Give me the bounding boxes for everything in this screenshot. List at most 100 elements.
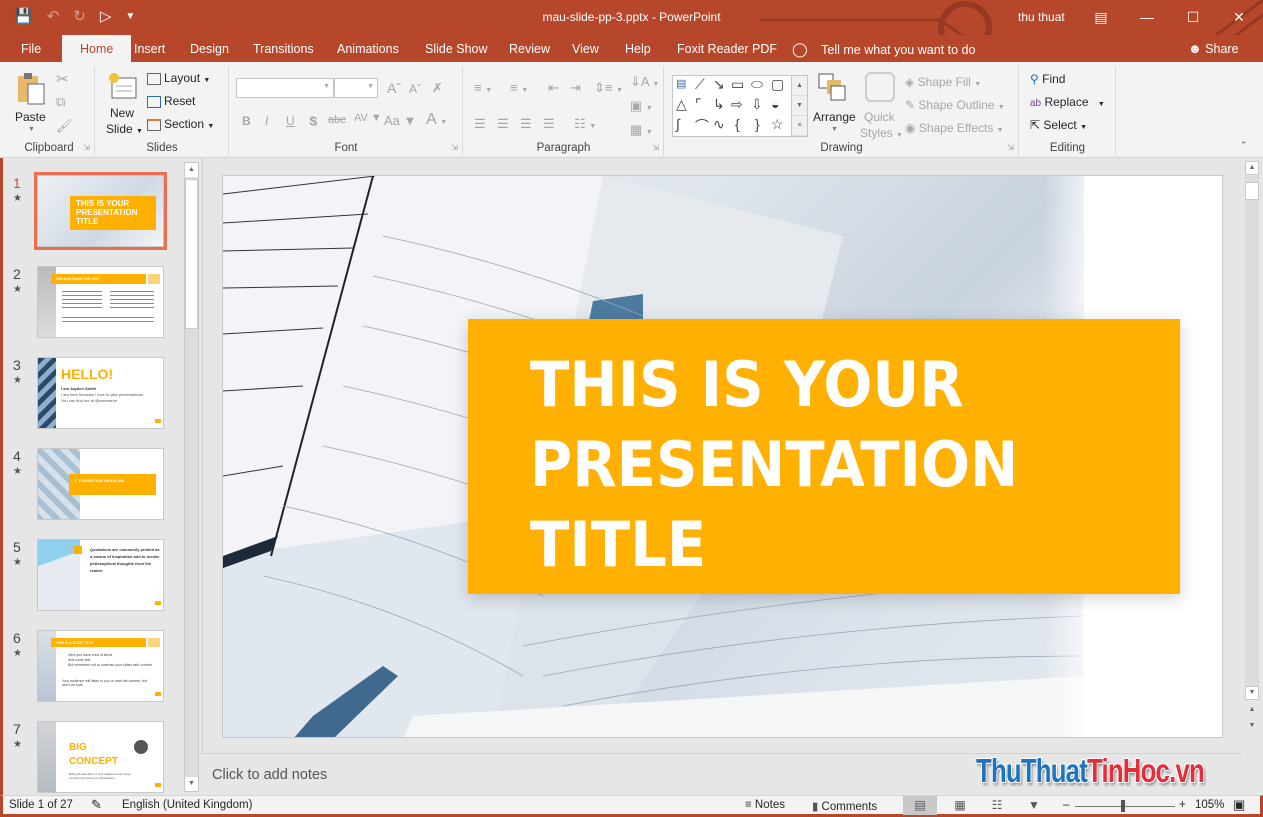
elbow-arrow-shape-icon[interactable]: ↳	[713, 96, 725, 113]
zoom-out-icon[interactable]: –	[1063, 799, 1069, 811]
scroll-down-icon[interactable]: ▼	[1245, 686, 1259, 700]
quick-styles-icon[interactable]	[865, 72, 895, 102]
slide-thumbnail-1[interactable]: 1 ★ THIS IS YOUR PRESENTATION TITLE	[3, 172, 183, 255]
maximize-icon[interactable]: ☐	[1170, 4, 1216, 30]
editor-scrollbar[interactable]: ▲ ▼ ▲ ▼	[1244, 158, 1260, 795]
decrease-font-size-icon[interactable]: Aˇ	[409, 82, 421, 96]
clipboard-launcher-icon[interactable]: ⇲	[83, 143, 90, 152]
gallery-more-icon[interactable]: ≡	[792, 116, 807, 136]
shape-fill-button[interactable]: ◈ Shape Fill ▼	[905, 75, 981, 89]
drawing-launcher-icon[interactable]: ⇲	[1007, 143, 1014, 152]
tell-me-search[interactable]: ◯ Tell me what you want to do	[792, 35, 975, 62]
right-arrow-shape-icon[interactable]: ⇨	[731, 96, 743, 113]
scroll-up-icon[interactable]: ▲	[1245, 161, 1259, 175]
align-right-icon[interactable]: ☰	[520, 116, 532, 132]
notes-toggle-button[interactable]: ≡ Notes	[745, 799, 785, 811]
slide-title[interactable]: THIS IS YOUR PRESENTATION TITLE	[530, 345, 1018, 585]
scroll-track[interactable]	[1245, 176, 1259, 690]
find-button[interactable]: ⚲ Find	[1030, 72, 1065, 86]
scribble-shape-icon[interactable]: ∫	[676, 116, 680, 132]
font-name-combo[interactable]: ▼	[236, 78, 334, 98]
font-color-icon[interactable]: A ▼	[426, 111, 447, 129]
format-painter-icon[interactable]: 🖌	[56, 118, 73, 134]
slide-sorter-view-icon[interactable]: ▦	[943, 796, 977, 815]
text-direction-icon[interactable]: ⇓A ▼	[630, 74, 659, 90]
line-shape-icon[interactable]: ⟋	[695, 76, 705, 93]
user-account[interactable]: thu thuat	[1018, 10, 1065, 24]
share-button[interactable]: ☻ Share	[1188, 35, 1239, 62]
arrow-line-shape-icon[interactable]: ↘	[713, 76, 725, 93]
freeform-shape-icon[interactable]: ◒	[771, 96, 779, 112]
right-brace-shape-icon[interactable]: }	[755, 116, 760, 132]
tab-slide-show[interactable]: Slide Show	[415, 35, 498, 62]
shape-outline-button[interactable]: ✎ Shape Outline ▼	[905, 98, 1005, 112]
zoom-level[interactable]: 105%	[1195, 799, 1224, 811]
zoom-in-icon[interactable]: +	[1179, 799, 1186, 811]
new-slide-label-1[interactable]: New	[110, 106, 134, 120]
clear-formatting-icon[interactable]: ✗	[432, 80, 443, 96]
change-case-icon[interactable]: Aa ▼	[384, 113, 416, 128]
normal-view-icon[interactable]: ▤	[903, 796, 937, 815]
thumbnail-scrollbar[interactable]: ▲ ▼	[184, 162, 199, 792]
align-text-icon[interactable]: ▣ ▼	[630, 98, 653, 114]
collapse-ribbon-icon[interactable]: ⌃	[1240, 140, 1248, 151]
down-arrow-shape-icon[interactable]: ⇩	[751, 96, 763, 113]
underline-icon[interactable]: U	[286, 114, 295, 128]
slide-thumbnail-2[interactable]: 2 ★ INSTRUCTIONS FOR USE	[3, 266, 183, 346]
tab-help[interactable]: Help	[615, 35, 661, 62]
zoom-slider-thumb[interactable]	[1121, 800, 1125, 812]
reading-view-icon[interactable]: ☷	[980, 796, 1014, 815]
copy-icon[interactable]: ⧉	[56, 94, 65, 110]
replace-button[interactable]: ab Replace ▼	[1030, 95, 1105, 109]
new-slide-label-2[interactable]: Slide ▼	[106, 122, 143, 136]
line-spacing-icon[interactable]: ⇕≡ ▼	[594, 80, 623, 96]
slide-thumbnail-4[interactable]: 4 ★ 1. TRANSITION HEADLINE	[3, 448, 183, 528]
gallery-up-icon[interactable]: ▲	[792, 76, 807, 96]
numbering-icon[interactable]: ≡ ▼	[510, 80, 528, 95]
font-size-combo[interactable]: ▼	[334, 78, 378, 98]
slide-thumbnail-7[interactable]: 7 ★ BIG CONCEPT Bring the attention of y…	[3, 721, 183, 801]
thumbnail-scroll-thumb[interactable]	[185, 179, 198, 329]
justify-icon[interactable]: ☰	[543, 116, 555, 132]
slide-thumbnail-3[interactable]: 3 ★ HELLO! I am Jayden Smith I am here b…	[3, 357, 183, 437]
bullets-icon[interactable]: ≡ ▼	[474, 80, 492, 95]
select-button[interactable]: ⇱ Select ▼	[1030, 118, 1087, 132]
fit-slide-icon[interactable]: ▣	[1233, 797, 1245, 813]
tab-view[interactable]: View	[562, 35, 609, 62]
gallery-down-icon[interactable]: ▼	[792, 96, 807, 116]
rounded-rectangle-shape-icon[interactable]: ▢	[771, 76, 784, 93]
tab-animations[interactable]: Animations	[327, 35, 409, 62]
slide-show-view-icon[interactable]: ▼	[1017, 796, 1051, 815]
quick-styles-label-1[interactable]: Quick	[864, 110, 895, 124]
bold-icon[interactable]: B	[242, 114, 251, 128]
character-spacing-icon[interactable]: AV ▼	[354, 112, 382, 124]
arrange-label[interactable]: Arrange	[813, 110, 856, 124]
paste-dropdown-icon[interactable]: ▼	[28, 126, 35, 133]
increase-font-size-icon[interactable]: Aˆ	[387, 80, 401, 96]
tab-foxit-reader-pdf[interactable]: Foxit Reader PDF	[667, 35, 787, 62]
decrease-indent-icon[interactable]: ⇤	[548, 80, 559, 96]
convert-to-smartart-icon[interactable]: ▦ ▼	[630, 122, 653, 138]
tab-review[interactable]: Review	[499, 35, 560, 62]
font-launcher-icon[interactable]: ⇲	[451, 143, 458, 152]
triangle-shape-icon[interactable]: △	[676, 96, 687, 113]
current-slide[interactable]: THIS IS YOUR PRESENTATION TITLE	[222, 175, 1223, 738]
paste-label[interactable]: Paste	[15, 110, 46, 124]
spell-check-icon[interactable]: ✎	[91, 797, 102, 813]
tab-design[interactable]: Design	[180, 35, 239, 62]
shapes-gallery[interactable]: ▤ ⟋ ↘ ▭ ⬭ ▢ △ ⌜ ↳ ⇨ ⇩ ◒ ∫ ⌒ ∿ { } ☆ ▲ ▼ …	[672, 75, 808, 137]
tab-transitions[interactable]: Transitions	[243, 35, 324, 62]
oval-shape-icon[interactable]: ⬭	[751, 76, 763, 93]
close-icon[interactable]: ✕	[1216, 4, 1262, 30]
zoom-slider-track[interactable]	[1075, 806, 1175, 807]
text-box-shape-icon[interactable]: ▤	[676, 77, 686, 90]
elbow-connector-shape-icon[interactable]: ⌜	[695, 96, 702, 113]
comments-button[interactable]: ▮ Comments	[812, 799, 877, 813]
language-indicator[interactable]: English (United Kingdom)	[122, 799, 252, 811]
increase-indent-icon[interactable]: ⇥	[570, 80, 581, 96]
curve-shape-icon[interactable]: ∿	[713, 116, 725, 133]
left-brace-shape-icon[interactable]: {	[735, 116, 740, 132]
scroll-down-icon[interactable]: ▼	[185, 777, 198, 791]
ribbon-display-options-icon[interactable]: ▤	[1078, 4, 1124, 30]
paste-button[interactable]	[16, 72, 46, 106]
